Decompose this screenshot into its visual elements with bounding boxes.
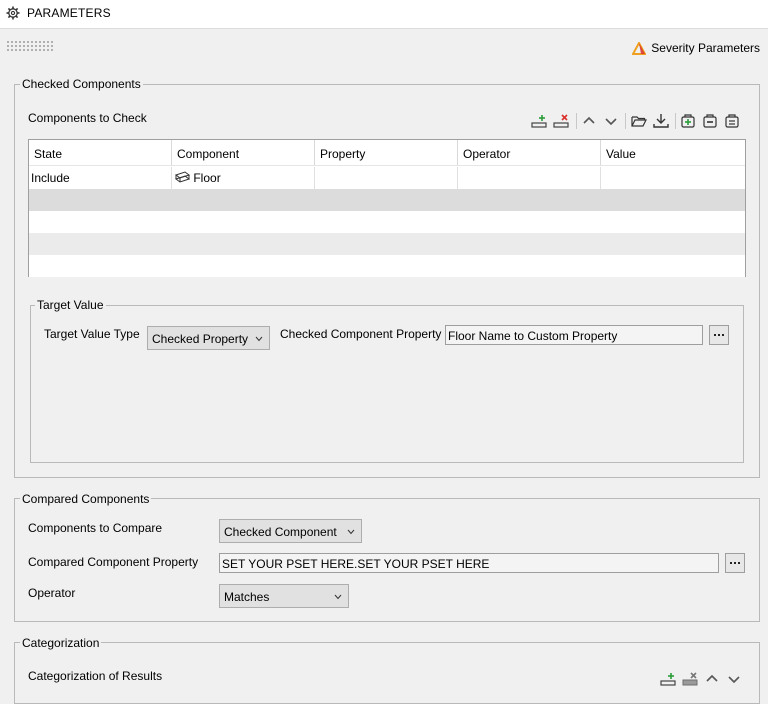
table-row-empty bbox=[29, 189, 745, 211]
components-to-check-label: Components to Check bbox=[28, 111, 147, 125]
components-grid[interactable]: State Component Property Operator Value … bbox=[28, 139, 746, 277]
chevron-down-icon bbox=[347, 529, 355, 535]
cell-component-text: Floor bbox=[193, 171, 221, 185]
add-group-icon[interactable] bbox=[680, 113, 696, 129]
download-icon[interactable] bbox=[653, 113, 669, 129]
target-value-type-label: Target Value Type bbox=[44, 327, 140, 341]
components-to-compare-label: Components to Compare bbox=[28, 521, 163, 535]
table-row-empty bbox=[29, 255, 745, 277]
compared-component-property-label: Compared Component Property bbox=[28, 555, 199, 569]
table-row[interactable]: Include Floor bbox=[29, 167, 745, 189]
clear-group-icon[interactable] bbox=[724, 113, 740, 129]
table-row-empty bbox=[29, 211, 745, 233]
toolbar-separator bbox=[576, 113, 577, 129]
operator-select[interactable]: Matches bbox=[219, 584, 349, 608]
move-down-icon[interactable] bbox=[726, 671, 742, 687]
gear-icon bbox=[6, 6, 20, 20]
table-row-empty bbox=[29, 233, 745, 255]
column-header-property[interactable]: Property bbox=[315, 140, 458, 166]
checked-components-legend: Checked Components bbox=[20, 77, 143, 91]
column-header-operator[interactable]: Operator bbox=[458, 140, 601, 166]
delete-category-icon[interactable] bbox=[682, 671, 698, 687]
panel-titlebar: PARAMETERS bbox=[0, 0, 768, 29]
delete-row-icon[interactable] bbox=[553, 113, 569, 129]
cell-state[interactable]: Include bbox=[29, 167, 172, 189]
chevron-down-icon bbox=[255, 336, 263, 342]
column-header-state[interactable]: State bbox=[29, 140, 172, 166]
components-to-compare-select[interactable]: Checked Component bbox=[219, 519, 362, 543]
operator-label: Operator bbox=[28, 586, 76, 600]
target-value-type-value: Checked Property bbox=[152, 332, 249, 346]
panel-title: PARAMETERS bbox=[27, 6, 111, 20]
cell-component[interactable]: Floor bbox=[172, 167, 315, 189]
move-up-icon[interactable] bbox=[581, 113, 597, 129]
ellipsis-icon bbox=[714, 334, 724, 336]
target-value-type-select[interactable]: Checked Property bbox=[147, 326, 270, 350]
column-header-component[interactable]: Component bbox=[172, 140, 315, 166]
components-to-compare-value: Checked Component bbox=[224, 525, 337, 539]
move-down-icon[interactable] bbox=[603, 113, 619, 129]
remove-group-icon[interactable] bbox=[702, 113, 718, 129]
cell-value[interactable] bbox=[601, 167, 745, 189]
chevron-down-icon bbox=[334, 594, 342, 600]
toolbar-separator bbox=[675, 113, 676, 129]
open-folder-icon[interactable] bbox=[631, 113, 647, 129]
add-category-icon[interactable] bbox=[660, 671, 676, 687]
target-value-legend: Target Value bbox=[35, 298, 106, 312]
categorization-of-results-label: Categorization of Results bbox=[28, 669, 163, 683]
floor-element-icon bbox=[174, 171, 191, 183]
toolbar-separator bbox=[625, 113, 626, 129]
severity-parameters-link[interactable]: Severity Parameters bbox=[632, 40, 760, 56]
compared-component-property-field[interactable]: SET YOUR PSET HERE.SET YOUR PSET HERE bbox=[219, 553, 719, 573]
cell-property[interactable] bbox=[315, 167, 458, 189]
browse-property-button[interactable] bbox=[709, 325, 729, 345]
add-row-icon[interactable] bbox=[531, 113, 547, 129]
warning-triangle-icon bbox=[632, 41, 647, 55]
column-header-value[interactable]: Value bbox=[601, 140, 745, 166]
checked-component-property-label: Checked Component Property bbox=[280, 327, 442, 341]
move-up-icon[interactable] bbox=[704, 671, 720, 687]
categorization-legend: Categorization bbox=[20, 636, 102, 650]
operator-value: Matches bbox=[224, 590, 270, 604]
browse-compared-property-button[interactable] bbox=[725, 553, 745, 573]
severity-parameters-label: Severity Parameters bbox=[651, 41, 760, 55]
drag-grip-handle[interactable] bbox=[6, 40, 54, 52]
ellipsis-icon bbox=[730, 562, 740, 564]
cell-operator[interactable] bbox=[458, 167, 601, 189]
compared-components-legend: Compared Components bbox=[20, 492, 152, 506]
checked-component-property-field[interactable]: Floor Name to Custom Property bbox=[445, 325, 703, 345]
